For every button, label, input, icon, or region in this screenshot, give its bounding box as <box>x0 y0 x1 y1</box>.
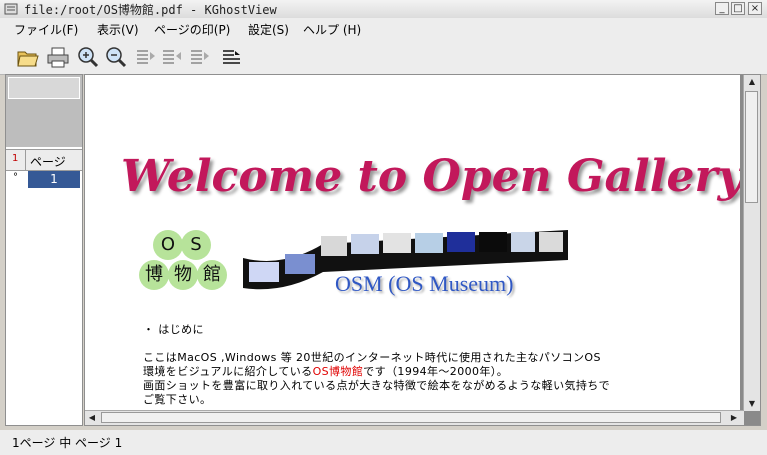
open-icon[interactable] <box>16 46 40 68</box>
logo-char-o: O <box>153 230 183 260</box>
toggle-mark-icon[interactable] <box>220 46 244 68</box>
os-museum-link[interactable]: OS博物館 <box>313 365 364 378</box>
horizontal-scroll-thumb[interactable] <box>101 412 721 423</box>
intro-line-2: 環境をビジュアルに紹介しているOS博物館です（1994年～2000年）。 <box>143 365 610 379</box>
menu-settings[interactable]: 設定(S) <box>248 21 289 38</box>
maximize-button[interactable]: □ <box>731 2 745 15</box>
print-icon[interactable] <box>46 46 70 68</box>
logo-char-butsu: 物 <box>168 260 198 290</box>
menu-page-marks[interactable]: ページの印(P) <box>154 21 230 38</box>
welcome-title: Welcome to Open Gallery <box>121 151 740 202</box>
minimize-button[interactable]: _ <box>715 2 729 15</box>
intro-heading: ・ はじめに <box>143 323 204 336</box>
mark-page-icon[interactable] <box>134 46 158 68</box>
document-page: Welcome to Open Gallery O S 博 物 館 OSM (O… <box>85 75 740 411</box>
logo-char-s: S <box>181 230 211 260</box>
mark-column-header: 1 <box>12 153 19 164</box>
title-bar: file:/root/OS博物館.pdf - KGhostView _ □ × <box>0 0 767 19</box>
intro-line-4: ご覧下さい。 <box>143 393 212 406</box>
mark-indicator: ° <box>13 172 18 183</box>
menu-view[interactable]: 表示(V) <box>97 21 139 38</box>
intro-line-2-suffix: です（1994年～2000年）。 <box>363 365 509 378</box>
page-list-panel: 1 ページ ° 1 <box>5 74 83 426</box>
column-separator <box>25 150 26 170</box>
thumbnail-frame <box>8 77 80 99</box>
logo-char-haku: 博 <box>139 260 169 290</box>
menu-file[interactable]: ファイル(F) <box>14 21 78 38</box>
zoom-in-icon[interactable] <box>76 46 100 68</box>
zoom-out-icon[interactable] <box>104 46 128 68</box>
page-list-header[interactable]: 1 ページ <box>6 149 82 171</box>
scroll-down-icon[interactable]: ▼ <box>745 397 759 411</box>
page-number: 1 <box>28 171 80 188</box>
vertical-scroll-thumb[interactable] <box>745 91 758 203</box>
vertical-scrollbar[interactable]: ▲ ▼ <box>743 75 760 411</box>
mark-next-icon[interactable] <box>160 46 184 68</box>
scroll-right-icon[interactable]: ▶ <box>727 411 741 425</box>
os-museum-logo: O S 博 物 館 <box>137 230 227 295</box>
app-icon[interactable] <box>4 2 18 16</box>
unmark-icon[interactable] <box>188 46 212 68</box>
document-viewport[interactable]: Welcome to Open Gallery O S 博 物 館 OSM (O… <box>84 74 761 426</box>
status-text: 1ページ 中 ページ 1 <box>12 436 123 450</box>
scroll-up-icon[interactable]: ▲ <box>745 75 759 89</box>
toolbar <box>0 40 767 75</box>
scroll-left-icon[interactable]: ◀ <box>85 411 99 425</box>
intro-line-3: 画面ショットを豊富に取り入れている点が大きな特徴で絵本をながめるような軽い気持ち… <box>143 379 611 392</box>
page-column-header: ページ <box>30 155 66 169</box>
intro-line-2-prefix: 環境をビジュアルに紹介している <box>143 365 313 378</box>
close-button[interactable]: × <box>748 2 762 15</box>
menu-bar: ファイル(F) 表示(V) ページの印(P) 設定(S) ヘルプ (H) <box>0 18 767 40</box>
logo-char-kan: 館 <box>197 260 227 290</box>
menu-help[interactable]: ヘルプ (H) <box>303 21 361 38</box>
page-list-row[interactable]: ° 1 <box>6 171 82 189</box>
intro-text: ・ はじめに ここはMacOS ,Windows 等 20世紀のインターネット時… <box>143 323 610 407</box>
page-thumbnail[interactable] <box>6 75 82 147</box>
status-bar: 1ページ 中 ページ 1 <box>0 430 767 455</box>
intro-line-1: ここはMacOS ,Windows 等 20世紀のインターネット時代に使用された… <box>143 351 601 364</box>
window-title: file:/root/OS博物館.pdf - KGhostView <box>24 3 277 17</box>
osm-title: OSM (OS Museum) <box>335 271 514 296</box>
horizontal-scrollbar[interactable]: ◀ ▶ <box>85 410 744 425</box>
